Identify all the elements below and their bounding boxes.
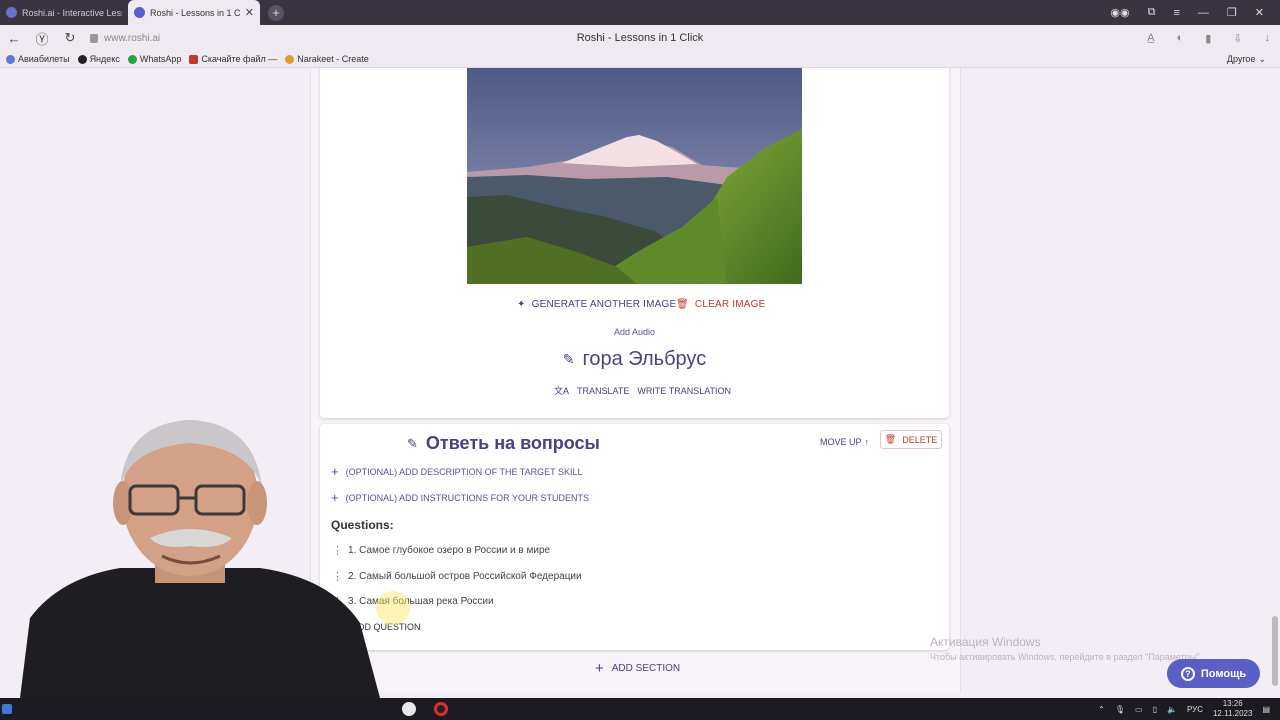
tab-title: Roshi.ai - Interactive Lesso (22, 7, 122, 18)
recorder-icon[interactable] (434, 702, 448, 716)
translate-row: 文A TRANSLATE WRITE TRANSLATION (554, 384, 731, 397)
menu-icon[interactable]: ≡ (1173, 7, 1179, 19)
notifications-icon[interactable]: ▤ (1262, 705, 1270, 714)
section-title[interactable]: ✎ Ответь на вопросы (407, 433, 600, 454)
write-translation-button[interactable]: WRITE TRANSLATION (637, 386, 731, 396)
minimize-icon[interactable]: — (1198, 7, 1209, 19)
bookmark-other-folder[interactable]: Другое ⌄ (1227, 54, 1266, 65)
word-card: ✦ GENERATE ANOTHER IMAGE 🗑 CLEAR IMAGE A… (320, 68, 949, 418)
bookmark-narakeet[interactable]: Narakeet - Create (285, 54, 369, 64)
plane-icon (6, 54, 15, 64)
address-actions: A̲ ◐ ▮ ⇩ ↓ (1147, 32, 1270, 45)
clock[interactable]: 13:26 12.11.2023 (1213, 699, 1252, 719)
downloads-icon[interactable]: ⇩ (1233, 32, 1242, 45)
trash-icon: 🗑 (884, 434, 897, 444)
scrollbar[interactable] (1272, 616, 1278, 686)
reader-mode-icon[interactable]: ◉◉ (1110, 6, 1129, 19)
word-image (467, 68, 802, 284)
windows-taskbar: ⌃ 🎙 ▭ ▯ 🔈 РУС 13:26 12.11.2023 ▤ (0, 698, 1280, 720)
address-bar: ← Ⓨ ↻ www.roshi.ai Roshi - Lessons in 1 … (0, 25, 1280, 51)
tray-chevron-icon[interactable]: ⌃ (1098, 705, 1105, 714)
window-controls: ◉◉ ⧉ ≡ — ❐ ✕ (1110, 0, 1280, 25)
bookmarks-bar: Авиабилеты Яндекс WhatsApp Скачайте файл… (0, 51, 1280, 68)
page-content: ✦ GENERATE ANOTHER IMAGE 🗑 CLEAR IMAGE A… (0, 68, 1280, 698)
sparkle-icon: ✦ (517, 299, 526, 310)
question-mark-icon: ? (1180, 666, 1195, 681)
trash-icon: 🗑 (676, 299, 689, 310)
tab-roshi-lessons[interactable]: Roshi - Lessons in 1 Clic ✕ (128, 0, 260, 25)
generate-another-image-button[interactable]: ✦ GENERATE ANOTHER IMAGE (517, 299, 676, 310)
tab-bar: Roshi.ai - Interactive Lesso Roshi - Les… (0, 0, 1280, 25)
close-tab-icon[interactable]: ✕ (245, 6, 254, 19)
volume-icon[interactable]: 🔈 (1167, 705, 1177, 714)
microphone-icon[interactable]: 🎙 (1115, 705, 1125, 714)
word-title[interactable]: ✎ гора Эльбрус (320, 348, 949, 371)
plus-icon: + (595, 660, 604, 677)
restore-icon[interactable]: ❐ (1227, 6, 1237, 19)
language-indicator[interactable]: РУС (1187, 705, 1203, 714)
url-field[interactable]: www.roshi.ai (90, 33, 160, 44)
yandex-icon (77, 54, 87, 64)
close-window-icon[interactable]: ✕ (1255, 6, 1264, 19)
extensions-icon[interactable]: ◐ (1177, 32, 1184, 45)
back-icon[interactable]: ← (0, 31, 28, 46)
clock-time: 13:26 (1222, 699, 1243, 708)
bookmark-icon[interactable]: ▮ (1205, 32, 1211, 45)
arrow-up-icon: ↑ (864, 437, 870, 447)
bookmark-yandex[interactable]: Яндекс (77, 54, 120, 64)
battery-icon[interactable]: ▯ (1153, 705, 1157, 714)
bookmark-whatsapp[interactable]: WhatsApp (127, 54, 181, 64)
yandex-home-icon[interactable]: Ⓨ (28, 29, 56, 48)
tab-roshi-interactive[interactable]: Roshi.ai - Interactive Lesso (0, 0, 128, 25)
reload-icon[interactable]: ↻ (56, 30, 84, 46)
roshi-favicon-icon (6, 7, 17, 18)
roshi-favicon-icon (134, 7, 145, 18)
pencil-icon[interactable]: ✎ (563, 351, 575, 368)
bookmark-aviabilety[interactable]: Авиабилеты (6, 54, 70, 64)
pencil-icon[interactable]: ✎ (407, 436, 418, 452)
download-arrow-icon[interactable]: ↓ (1265, 32, 1271, 45)
delete-button[interactable]: 🗑 DELETE (880, 430, 942, 449)
windows-activation-watermark: Активация Windows Чтобы активировать Win… (930, 635, 1202, 662)
translate-page-icon[interactable]: A̲ (1147, 32, 1154, 45)
move-up-button[interactable]: MOVE UP ↑ (820, 437, 869, 447)
translate-button[interactable]: TRANSLATE (577, 386, 629, 396)
collections-icon[interactable]: ⧉ (1148, 6, 1156, 19)
clock-date: 12.11.2023 (1212, 709, 1253, 718)
translate-icon: 文A (554, 386, 570, 396)
narakeet-icon (285, 54, 295, 64)
url-text: www.roshi.ai (104, 32, 161, 44)
watermark-title: Активация Windows (930, 635, 1041, 649)
new-tab-button[interactable]: + (268, 4, 284, 21)
whatsapp-icon (127, 54, 137, 64)
lock-icon (90, 33, 98, 43)
clear-image-button[interactable]: 🗑 CLEAR IMAGE (676, 299, 765, 310)
watermark-text: Чтобы активировать Windows, перейдите в … (930, 652, 1202, 662)
questions-card: ✎ Ответь на вопросы MOVE UP ↑ 🗑 DELETE +… (320, 424, 949, 650)
add-section-button[interactable]: + ADD SECTION (595, 660, 680, 677)
yandex-browser-icon[interactable] (402, 702, 416, 716)
add-audio-link[interactable]: Add Audio (320, 327, 949, 337)
bookmark-download-file[interactable]: Скачайте файл — (189, 54, 277, 64)
start-icon[interactable] (2, 704, 12, 714)
system-tray: ⌃ 🎙 ▭ ▯ 🔈 РУС 13:26 12.11.2023 ▤ (1098, 698, 1270, 720)
help-button[interactable]: ? Помощь (1167, 659, 1260, 688)
file-icon (189, 54, 199, 64)
network-icon[interactable]: ▭ (1135, 705, 1143, 714)
page-title: Roshi - Lessons in 1 Click (576, 32, 704, 44)
tab-title: Roshi - Lessons in 1 Clic (150, 7, 241, 18)
presenter-webcam-image (20, 420, 380, 698)
